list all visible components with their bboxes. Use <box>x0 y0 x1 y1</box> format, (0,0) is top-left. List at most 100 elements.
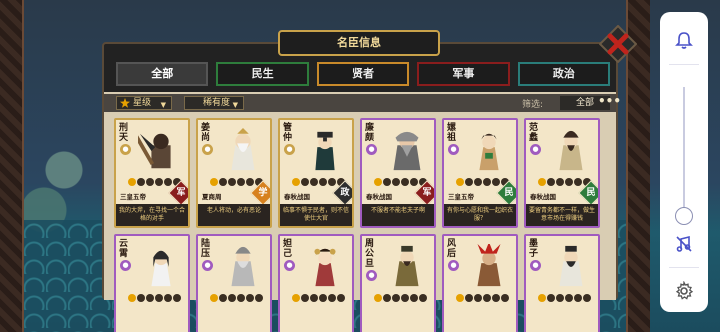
era-label: 春秋战国 <box>366 193 392 201</box>
star-icon <box>301 178 309 186</box>
star-icon <box>565 294 573 302</box>
minister-name: 风后 <box>447 239 457 259</box>
notification-button[interactable] <box>669 26 699 56</box>
minister-name: 妲己 <box>283 239 293 259</box>
minister-card[interactable]: 云霄 ● <box>114 234 190 332</box>
star-icon <box>474 178 482 186</box>
star-rating <box>210 294 264 302</box>
star-icon <box>173 294 181 302</box>
minister-card[interactable]: 范蠡 ● 春秋战国 民要留青务都不一样，做生意市场在得赚钱 <box>524 118 600 228</box>
minister-card[interactable]: 陆压 ● <box>196 234 272 332</box>
left-border-decoration <box>0 0 24 332</box>
rarity-badge-icon: ● <box>448 260 459 271</box>
star-icon <box>374 178 382 186</box>
star-icon <box>501 294 509 302</box>
star-icon <box>128 178 136 186</box>
star-icon <box>137 294 145 302</box>
volume-slider[interactable] <box>675 87 693 225</box>
star-icon <box>219 178 227 186</box>
minister-card-grid: 刑天 ● 三皇五帝军我的大斧，在寻找一个合格的对手姜尚 ● 夏商周学老人将动，必有恶论管… <box>114 118 614 332</box>
minister-card[interactable]: 刑天 ● 三皇五帝 军我的大斧，在寻找一个合格的对手 <box>114 118 190 228</box>
type-label: 学 <box>258 188 268 198</box>
star-rating <box>128 294 182 302</box>
minister-quote: 老人将动，必有恶论 <box>198 204 270 226</box>
minister-quote: 不服者不能老夫子啊 <box>362 204 434 226</box>
no-music-icon <box>676 235 692 252</box>
minister-card[interactable]: 墨子 ● <box>524 234 600 332</box>
rarity-badge-icon: ● <box>284 260 295 271</box>
star-icon <box>465 178 473 186</box>
star-icon <box>374 294 382 302</box>
settings-button[interactable] <box>669 276 699 306</box>
minister-card[interactable]: 妲己 ● <box>278 234 354 332</box>
divider <box>669 267 699 268</box>
bell-icon <box>675 32 693 49</box>
more-options-button[interactable]: ••• <box>598 94 621 108</box>
rarity-badge-icon: ● <box>120 144 131 155</box>
type-label: 军 <box>422 188 432 198</box>
star-icon <box>337 294 345 302</box>
star-icon <box>219 294 227 302</box>
type-label: 军 <box>176 188 186 198</box>
tab-3[interactable]: 军事 <box>417 62 510 86</box>
chevron-down-icon: ▼ <box>160 101 166 109</box>
star-icon <box>146 294 154 302</box>
star-icon <box>210 294 218 302</box>
divider <box>669 64 699 65</box>
type-label: 政 <box>340 188 350 198</box>
music-toggle-button[interactable] <box>669 229 699 259</box>
tab-4[interactable]: 政治 <box>517 62 611 86</box>
minister-card[interactable]: 嫘祖 ● 三皇五帝 民有你与心愿和我一起织衣服？ <box>442 118 518 228</box>
minister-portrait <box>151 250 171 287</box>
star-icon <box>164 178 172 186</box>
tab-0[interactable]: 全部 <box>116 62 209 86</box>
minister-quote: 有你与心愿和我一起织衣服？ <box>444 204 516 226</box>
minister-card[interactable]: 姜尚 ● 夏商周 学老人将动，必有恶论 <box>196 118 272 228</box>
minister-card[interactable]: 廉颇 ● 春秋战国 军不服者不能老夫子啊 <box>360 118 436 228</box>
star-icon <box>419 294 427 302</box>
star-icon <box>538 178 546 186</box>
star-icon <box>492 178 500 186</box>
minister-name: 范蠡 <box>529 123 539 143</box>
minister-quote: 临事不惧于民者，则不信使仕大官 <box>280 204 352 226</box>
tab-1[interactable]: 民生 <box>216 62 309 86</box>
sort-by-star-button[interactable]: 星级 ▼ <box>116 96 172 110</box>
star-icon <box>483 178 491 186</box>
minister-portrait <box>395 245 419 287</box>
star-icon <box>474 294 482 302</box>
volume-slider-knob[interactable] <box>675 207 693 225</box>
minister-name: 刑天 <box>119 123 129 143</box>
chevron-down-icon: ▼ <box>232 101 238 109</box>
rarity-badge-icon: ● <box>448 144 459 155</box>
type-label: 民 <box>586 188 596 198</box>
star-icon <box>465 294 473 302</box>
rarity-badge-icon: ● <box>366 144 377 155</box>
minister-quote: 我的大斧，在寻找一个合格的对手 <box>116 204 188 226</box>
minister-portrait <box>315 131 335 171</box>
minister-name: 姜尚 <box>201 123 211 143</box>
star-rating <box>456 294 510 302</box>
minister-card[interactable]: 管仲 ● 春秋战国 政临事不惧于民者，则不信使仕大官 <box>278 118 354 228</box>
star-icon <box>301 294 309 302</box>
rarity-badge-icon: ● <box>366 270 377 281</box>
close-button[interactable] <box>598 24 638 64</box>
minister-card[interactable]: 风后 ● <box>442 234 518 332</box>
tab-2[interactable]: 贤者 <box>316 62 410 86</box>
era-label: 春秋战国 <box>530 193 556 201</box>
sort-rarity-label: 稀有度 <box>203 98 231 108</box>
star-icon <box>310 294 318 302</box>
rarity-badge-icon: ● <box>120 260 131 271</box>
minister-portrait <box>559 130 583 171</box>
sort-by-rarity-button[interactable]: 稀有度 ▼ <box>184 96 244 110</box>
star-icon <box>237 294 245 302</box>
minister-name: 云霄 <box>119 239 129 259</box>
star-icon <box>292 294 300 302</box>
star-icon <box>547 178 555 186</box>
minister-portrait <box>559 245 583 287</box>
close-x-icon <box>599 25 637 63</box>
star-icon <box>483 294 491 302</box>
minister-card[interactable]: 周公旦 ● <box>360 234 436 332</box>
era-label: 夏商周 <box>202 193 222 201</box>
filter-label: 筛选: <box>522 100 544 110</box>
star-icon <box>410 294 418 302</box>
